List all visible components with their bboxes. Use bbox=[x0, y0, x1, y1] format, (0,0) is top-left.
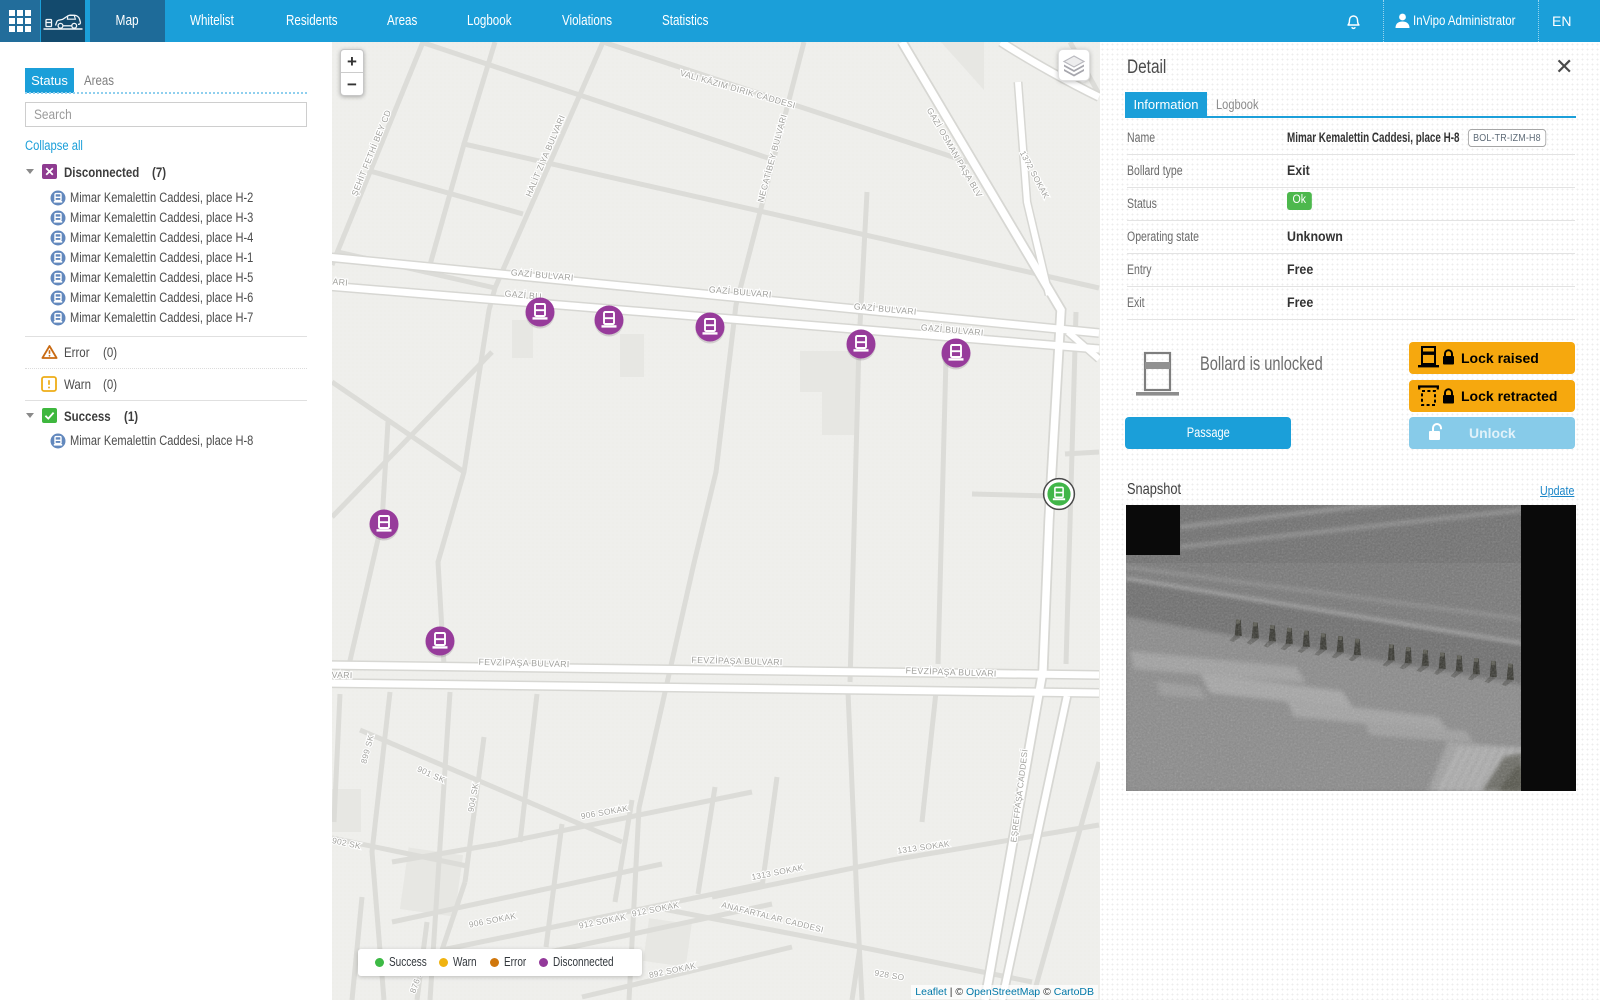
svg-text:VARI: VARI bbox=[332, 670, 353, 681]
svg-text:ARI: ARI bbox=[332, 276, 348, 287]
